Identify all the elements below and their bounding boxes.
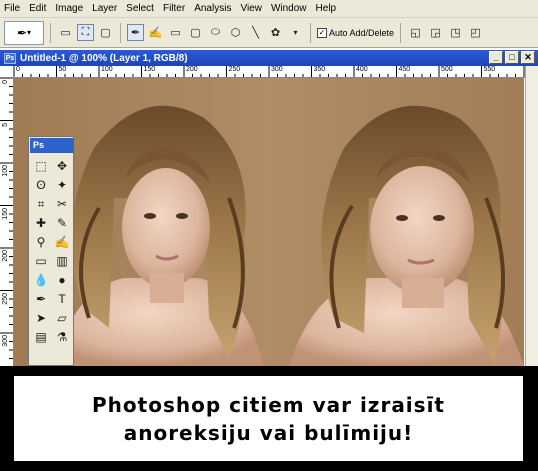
toolbox-panel: Ps ⬚ ✥ ʘ ✦ ⌗ ✂ ✚ ✎ ⚲ ✍ ▭ ▥ 💧 ● ✒ T ➤ ▱ ▤ ⚗ [28,136,74,366]
ruler-label: 550 [483,66,496,73]
document-title: Untitled-1 @ 100% (Layer 1, RGB/8) [20,52,188,64]
ruler-label: 350 [313,66,326,73]
separator [50,22,51,43]
portrait-comparison-image [14,78,524,366]
eraser-icon[interactable]: ▭ [31,252,51,270]
vertical-scrollbar[interactable] [525,66,538,366]
caption-frame: Photoshop citiem var izraisīt anoreksiju… [0,366,538,471]
menu-bar: File Edit Image Layer Select Filter Analysis Vi… [0,0,538,18]
type-icon[interactable]: T [52,290,72,308]
ruler-label: 0 [16,66,20,73]
ruler-label: 300 [271,66,283,73]
menu-window[interactable]: Window [271,3,307,14]
ruler-label: 300 [2,335,9,347]
ruler-label: 450 [398,66,411,73]
auto-add-delete-checkbox[interactable]: ✓ Auto Add/Delete [317,27,395,38]
ruler-label: 200 [2,250,9,262]
pen-icon: ✒ [16,25,28,40]
custom-shape-button[interactable]: ✿ [267,24,284,41]
gradient-icon[interactable]: ▥ [52,252,72,270]
ruler-label: 500 [441,66,453,73]
shape-layers-button[interactable]: ▭ [57,24,74,41]
caption-line-2: anoreksiju vai bulīmiju! [123,420,414,445]
tool-preset-picker[interactable]: ✒ ▾ [4,20,44,45]
vertical-ruler[interactable]: 05100150200250300350 [0,66,14,366]
ruler-label: 150 [2,207,9,220]
caption-box: Photoshop citiem var izraisīt anoreksiju… [14,376,523,461]
slice-icon[interactable]: ✂ [52,195,72,213]
rectangle-tool-button[interactable]: ▭ [167,24,184,41]
paths-button[interactable]: ⛶ [77,24,94,41]
minimize-button[interactable]: _ [489,51,503,64]
notes-icon[interactable]: ▤ [31,328,51,346]
menu-filter[interactable]: Filter [163,3,185,14]
marquee-icon[interactable]: ⬚ [31,157,51,175]
ruler-label: 100 [101,66,113,73]
ruler-label: 200 [186,66,198,73]
close-button[interactable]: ✕ [521,51,535,64]
path-select-icon[interactable]: ➤ [31,309,51,327]
ruler-label: 0 [2,80,9,84]
ruler-label: 400 [356,66,368,73]
document-title-bar[interactable]: Ps Untitled-1 @ 100% (Layer 1, RGB/8) _ … [0,50,538,66]
subtract-path-area-button[interactable]: ◲ [427,24,444,41]
shape-options-dropdown[interactable]: ▾ [287,24,304,41]
window-controls: _ □ ✕ [489,51,535,64]
pen-tool-button[interactable]: ✒ [127,24,144,41]
ruler-label: 50 [58,66,67,73]
line-tool-button[interactable]: ╲ [247,24,264,41]
menu-help[interactable]: Help [316,3,337,14]
pen-icon[interactable]: ✒ [31,290,51,308]
ps-document-icon: Ps [4,52,16,64]
ruler-label: 250 [2,292,9,305]
menu-layer[interactable]: Layer [92,3,117,14]
blur-icon[interactable]: 💧 [31,271,51,289]
menu-image[interactable]: Image [55,3,83,14]
polygon-tool-button[interactable]: ⬡ [227,24,244,41]
menu-file[interactable]: File [4,3,20,14]
clone-stamp-icon[interactable]: ⚲ [31,233,51,251]
menu-select[interactable]: Select [126,3,154,14]
separator [310,22,311,43]
ruler-label: 5 [2,122,9,127]
fill-pixels-button[interactable]: ▢ [97,24,114,41]
history-brush-icon[interactable]: ✍ [52,233,72,251]
exclude-overlap-button[interactable]: ◰ [467,24,484,41]
move-icon[interactable]: ✥ [52,157,72,175]
menu-analysis[interactable]: Analysis [194,3,231,14]
healing-brush-icon[interactable]: ✚ [31,214,51,232]
crop-icon[interactable]: ⌗ [31,195,51,213]
freeform-pen-button[interactable]: ✍ [147,24,164,41]
lasso-icon[interactable]: ʘ [31,176,51,194]
separator [400,22,402,43]
menu-view[interactable]: View [240,3,262,14]
document-canvas[interactable] [14,78,524,366]
auto-add-delete-label: Auto Add/Delete [329,27,395,38]
ruler-label: 150 [143,66,156,73]
ps-logo: Ps [30,138,74,153]
checkmark-icon: ✓ [317,27,327,38]
separator [120,22,121,43]
caption-text: Photoshop citiem var izraisīt anoreksiju… [92,391,445,447]
brush-icon[interactable]: ✎ [52,214,72,232]
maximize-button[interactable]: □ [505,51,519,64]
intersect-path-button[interactable]: ◳ [447,24,464,41]
tool-grid: ⬚ ✥ ʘ ✦ ⌗ ✂ ✚ ✎ ⚲ ✍ ▭ ▥ 💧 ● ✒ T ➤ ▱ ▤ ⚗ [31,157,72,346]
caption-line-1: Photoshop citiem var izraisīt [92,392,445,417]
shape-icon[interactable]: ▱ [52,309,72,327]
add-path-area-button[interactable]: ◱ [407,24,424,41]
ruler-label: 250 [228,66,241,73]
ruler-label: 100 [2,165,9,177]
dodge-icon[interactable]: ● [52,271,72,289]
eyedropper-icon[interactable]: ⚗ [52,328,72,346]
ellipse-tool-button[interactable]: ⬭ [207,24,224,41]
options-bar: ✒ ▾ ▭ ⛶ ▢ ✒ ✍ ▭ ▢ ⬭ ⬡ ╲ ✿ ▾ ✓ Auto Add/De… [0,18,538,48]
horizontal-ruler[interactable]: 0 50 100 150 200 250 300 350 400 450 500 550 [14,66,526,78]
rounded-rectangle-button[interactable]: ▢ [187,24,204,41]
magic-wand-icon[interactable]: ✦ [52,176,72,194]
menu-edit[interactable]: Edit [29,3,46,14]
